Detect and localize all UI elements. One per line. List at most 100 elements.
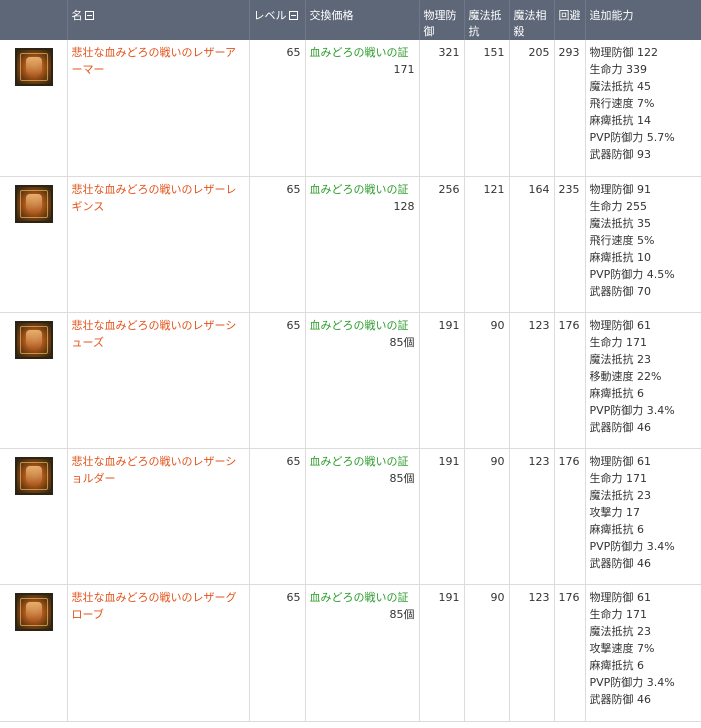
item-magic-offset: 123	[509, 312, 555, 449]
item-name[interactable]: 悲壮な血みどろの戦いのレザーシューズ	[72, 319, 237, 349]
item-name-cell: 悲壮な血みどろの戦いのレザーグローブ	[67, 584, 250, 722]
item-name[interactable]: 悲壮な血みどろの戦いのレザーグローブ	[72, 591, 237, 621]
header-magic-offset: 魔法相殺	[509, 0, 555, 40]
bonus-stat-label: 武器防御	[589, 148, 634, 161]
price-token-name[interactable]: 血みどろの戦いの証	[310, 317, 415, 334]
gloves-icon[interactable]	[15, 592, 53, 631]
bonus-stat-value: 23	[637, 624, 651, 638]
bonus-stat: 武器防御 93	[590, 146, 697, 163]
bonus-stat-value: 70	[637, 284, 651, 298]
item-evasion: 176	[554, 584, 586, 722]
bonus-stat: 生命力 171	[590, 470, 697, 487]
price-amount: 171	[393, 63, 415, 76]
bonus-stat-value: 17	[626, 505, 640, 519]
bonus-stat-label: 物理防御	[589, 182, 634, 196]
bonus-stat-label: 生命力	[589, 607, 623, 621]
bonus-stat: 物理防御 91	[590, 181, 697, 198]
item-name-cell: 悲壮な血みどろの戦いのレザーショルダー	[67, 448, 250, 585]
price-token-name[interactable]: 血みどろの戦いの証	[310, 181, 415, 198]
bonus-stat-label: 麻痺抵抗	[589, 658, 634, 672]
item-magic-res: 90	[464, 448, 510, 585]
bonus-stat-value: 255	[626, 199, 647, 213]
header-level[interactable]: レベル	[249, 0, 306, 40]
item-magic-res: 90	[464, 312, 510, 449]
item-phys-def: 191	[419, 312, 465, 449]
item-phys-def: 191	[419, 584, 465, 722]
item-magic-res: 151	[464, 40, 510, 177]
item-name[interactable]: 悲壮な血みどろの戦いのレザーショルダー	[72, 455, 237, 485]
bonus-stat-value: 3.4%	[646, 403, 675, 417]
header-phys-def: 物理防御	[419, 0, 465, 40]
bonus-stat-value: 171	[626, 607, 647, 621]
bonus-stat-value: 3.4%	[646, 539, 675, 553]
item-icon-cell	[0, 312, 68, 449]
bonus-stat-label: 物理防御	[589, 454, 634, 468]
bonus-stat-value: 23	[637, 488, 651, 502]
bonus-stat: 攻撃速度 7%	[590, 640, 697, 657]
table-body: 悲壮な血みどろの戦いのレザーアーマー 65 血みどろの戦いの証 171 321 …	[0, 40, 701, 722]
bonus-stat-label: 生命力	[589, 199, 623, 213]
item-name[interactable]: 悲壮な血みどろの戦いのレザーアーマー	[72, 46, 237, 76]
item-name-cell: 悲壮な血みどろの戦いのレザーアーマー	[67, 40, 250, 177]
bonus-stat-label: 飛行速度	[589, 233, 634, 247]
price-token-name[interactable]: 血みどろの戦いの証	[310, 589, 415, 606]
leggings-icon[interactable]	[15, 184, 53, 223]
bonus-stat-label: 移動速度	[589, 369, 634, 383]
bonus-stat: 麻痺抵抗 14	[590, 112, 697, 129]
table-row: 悲壮な血みどろの戦いのレザーグローブ 65 血みどろの戦いの証 85個 191 …	[0, 584, 701, 722]
bonus-stat: 武器防御 46	[590, 419, 697, 436]
bonus-stat: 魔法抵抗 23	[590, 623, 697, 640]
sort-icon[interactable]	[288, 11, 298, 20]
bonus-stat: 物理防御 61	[590, 589, 697, 606]
bonus-stat: 麻痺抵抗 6	[590, 385, 697, 402]
sort-icon[interactable]	[84, 11, 94, 20]
item-name[interactable]: 悲壮な血みどろの戦いのレザーレギンス	[72, 183, 237, 213]
header-magic-res: 魔法抵抗	[464, 0, 510, 40]
shoes-icon[interactable]	[15, 320, 53, 359]
bonus-stat: 生命力 255	[590, 198, 697, 215]
bonus-stat-label: 魔法抵抗	[589, 352, 634, 366]
bonus-stat-value: 61	[637, 318, 651, 332]
armor-icon[interactable]	[15, 48, 53, 86]
item-icon-cell	[0, 40, 68, 177]
price-token-name[interactable]: 血みどろの戦いの証	[310, 453, 415, 470]
bonus-stat-label: 魔法抵抗	[589, 488, 634, 502]
bonus-stat-label: PVP防御力	[589, 267, 644, 281]
price-token-name[interactable]: 血みどろの戦いの証	[310, 44, 415, 61]
item-table: 名 レベル 交換価格 物理防御 魔法抵抗 魔法相殺 回避 追加能力 悲壮な血みど…	[0, 0, 701, 722]
item-magic-res: 90	[464, 584, 510, 722]
item-magic-offset: 205	[509, 40, 555, 177]
bonus-stat-label: 魔法抵抗	[589, 216, 634, 230]
item-phys-def: 191	[419, 448, 465, 585]
bonus-stat-label: 物理防御	[589, 590, 634, 604]
item-evasion: 176	[554, 312, 586, 449]
bonus-stat-label: 生命力	[589, 471, 623, 485]
table-row: 悲壮な血みどろの戦いのレザーショルダー 65 血みどろの戦いの証 85個 191…	[0, 448, 701, 585]
item-price-cell: 血みどろの戦いの証 85個	[305, 584, 420, 722]
shoulder-icon[interactable]	[15, 456, 53, 495]
header-magic-res-label: 魔法抵抗	[468, 9, 502, 38]
item-level: 65	[249, 448, 306, 585]
bonus-stat-value: 23	[637, 352, 651, 366]
price-amount: 128	[393, 199, 415, 213]
bonus-stat: 生命力 171	[590, 334, 697, 351]
bonus-stat: 麻痺抵抗 10	[590, 249, 697, 266]
bonus-stat-value: 3.4%	[646, 675, 675, 689]
bonus-stat-label: 武器防御	[589, 284, 634, 298]
bonus-stat-value: 35	[637, 216, 651, 230]
item-level: 65	[249, 176, 306, 313]
bonus-stat: PVP防御力 4.5%	[590, 266, 697, 283]
bonus-stat-value: 61	[637, 454, 651, 468]
bonus-stat-value: 7%	[637, 97, 655, 110]
bonus-stat-label: PVP防御力	[589, 539, 644, 553]
item-magic-offset: 123	[509, 448, 555, 585]
bonus-stat-value: 46	[637, 556, 651, 570]
bonus-stat-label: 麻痺抵抗	[589, 114, 634, 127]
bonus-stat: 物理防御 61	[590, 317, 697, 334]
bonus-stat: 飛行速度 5%	[590, 232, 697, 249]
bonus-stat-label: PVP防御力	[589, 131, 644, 144]
header-name[interactable]: 名	[67, 0, 250, 40]
bonus-stat-label: 麻痺抵抗	[589, 386, 634, 400]
bonus-stat: PVP防御力 3.4%	[590, 402, 697, 419]
bonus-stat: 魔法抵抗 35	[590, 215, 697, 232]
